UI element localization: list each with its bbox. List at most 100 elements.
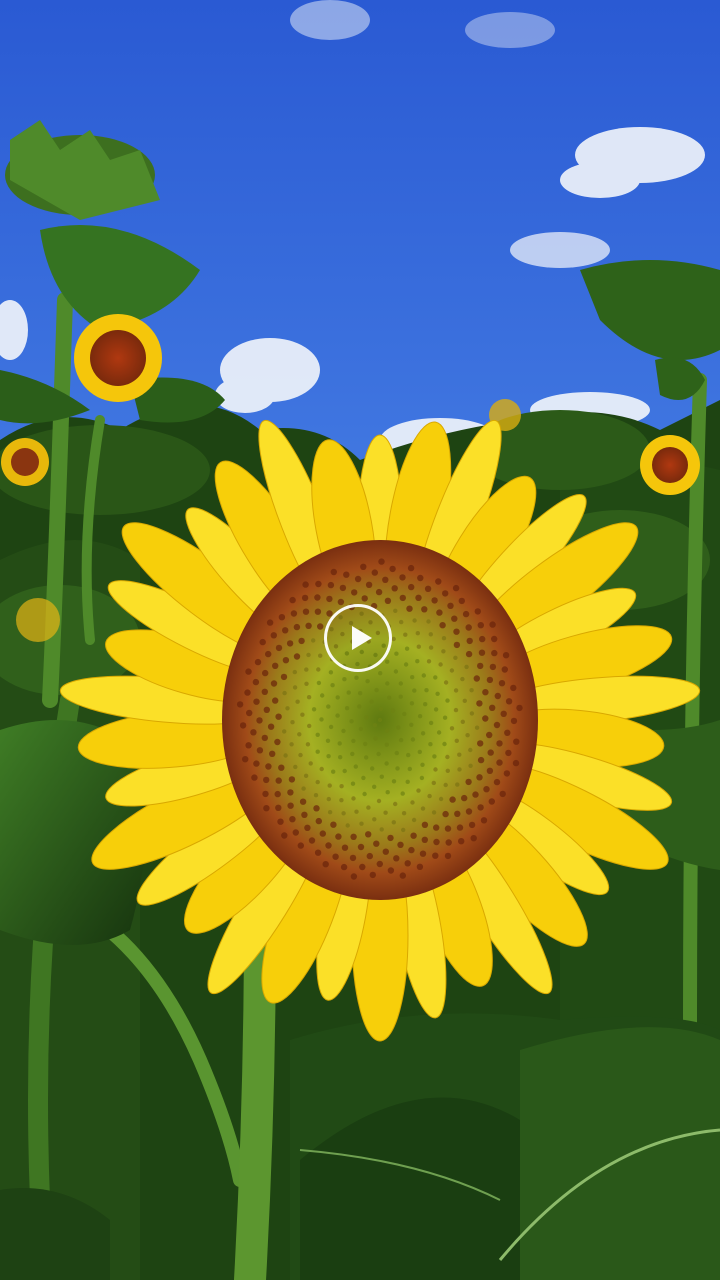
seed — [290, 610, 298, 617]
seed — [337, 598, 345, 606]
seed — [493, 721, 501, 729]
seed — [456, 824, 464, 831]
seed — [372, 817, 377, 822]
seed — [441, 636, 447, 641]
seed — [358, 691, 363, 696]
seed — [451, 615, 458, 622]
seed — [236, 701, 244, 708]
seed — [468, 763, 473, 768]
seed — [305, 742, 311, 747]
seed — [359, 863, 366, 871]
seed — [436, 730, 442, 735]
seed — [433, 707, 439, 712]
seed — [283, 753, 288, 758]
seed — [325, 738, 331, 743]
seed — [469, 711, 475, 716]
seed — [328, 724, 334, 730]
seed — [308, 761, 313, 766]
seed — [275, 644, 283, 652]
seed — [421, 836, 428, 843]
seed — [293, 653, 301, 660]
seed — [320, 693, 325, 698]
seed — [505, 698, 513, 705]
seed — [474, 725, 480, 730]
seed — [442, 715, 448, 720]
seed — [502, 652, 510, 659]
seed — [455, 782, 460, 787]
seed — [454, 810, 461, 817]
seed — [464, 664, 469, 670]
seed — [383, 810, 388, 815]
seed — [263, 706, 270, 713]
seed — [326, 595, 333, 603]
seed — [483, 786, 490, 793]
seed — [410, 800, 415, 805]
seed — [364, 755, 369, 760]
seed — [477, 756, 485, 764]
seed — [314, 594, 321, 601]
seed — [482, 715, 489, 722]
seed — [453, 707, 459, 713]
seed — [298, 637, 305, 645]
seed — [398, 694, 403, 699]
seed — [428, 632, 433, 637]
seed — [427, 793, 432, 799]
seed — [362, 791, 367, 797]
seed — [315, 817, 322, 825]
seed — [299, 798, 307, 805]
seed — [453, 655, 458, 660]
seed — [426, 659, 432, 664]
seed — [263, 776, 270, 784]
seed — [420, 806, 426, 811]
seed — [327, 783, 332, 788]
seed — [387, 695, 392, 700]
seed — [292, 685, 298, 690]
seed — [428, 720, 434, 726]
seed — [419, 775, 425, 781]
seed — [304, 681, 309, 686]
seed — [510, 717, 518, 725]
seed — [445, 839, 452, 846]
seed — [449, 796, 456, 803]
seed — [424, 585, 432, 592]
seed — [282, 729, 287, 734]
seed — [331, 769, 336, 774]
seed — [431, 597, 438, 604]
seed — [286, 640, 294, 647]
seed — [319, 830, 326, 837]
video-player[interactable] — [0, 0, 720, 1280]
seed — [295, 699, 300, 704]
seed — [465, 733, 470, 738]
seed — [319, 717, 324, 722]
seed — [407, 766, 412, 772]
seed — [393, 801, 398, 807]
seed — [389, 565, 396, 573]
seed — [351, 738, 356, 744]
seed — [390, 708, 396, 713]
seed — [403, 662, 409, 667]
seed — [445, 754, 450, 760]
play-button[interactable] — [324, 604, 392, 672]
seed — [401, 827, 406, 833]
seed — [282, 657, 290, 664]
seed — [315, 580, 322, 588]
seed — [376, 860, 383, 868]
seed — [465, 624, 472, 631]
seed — [406, 752, 411, 758]
seed — [272, 697, 279, 704]
seed — [262, 790, 269, 798]
seed — [391, 779, 397, 784]
seed — [301, 811, 308, 818]
seed — [319, 766, 324, 772]
seed — [266, 619, 274, 626]
seed — [332, 853, 339, 860]
seed — [252, 678, 260, 686]
seed — [277, 818, 284, 825]
seed — [301, 786, 306, 791]
seed — [465, 778, 472, 786]
seed — [256, 717, 263, 724]
seed — [397, 841, 404, 848]
seed — [482, 689, 489, 696]
seed — [267, 723, 275, 730]
seed — [330, 683, 335, 688]
